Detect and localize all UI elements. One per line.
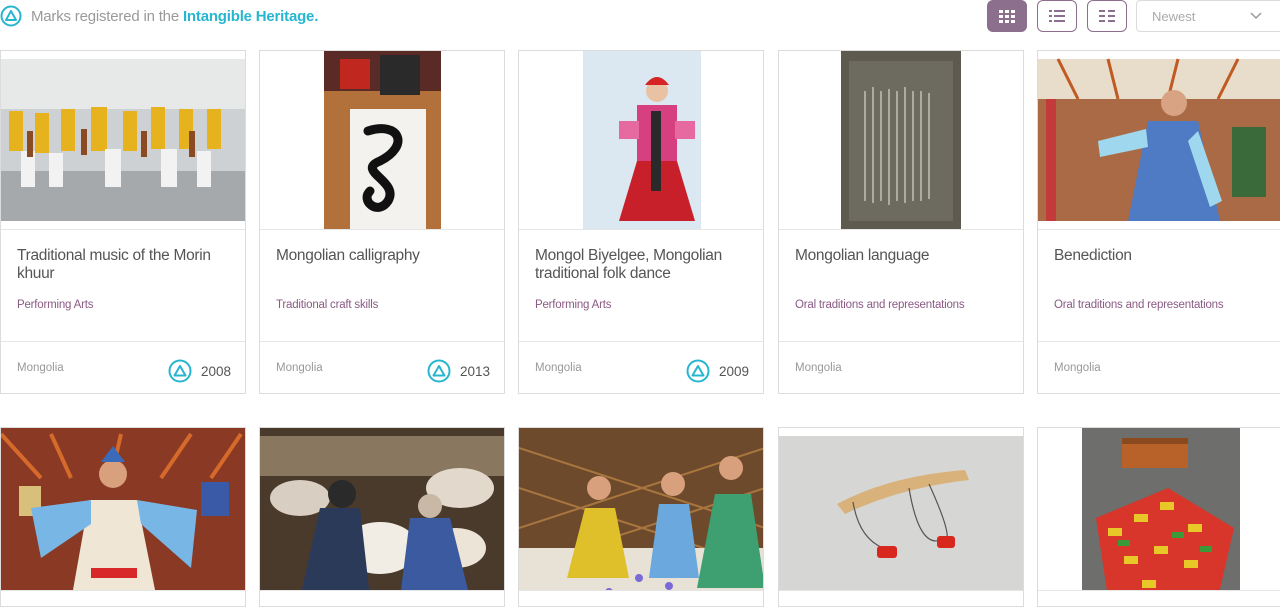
heritage-card[interactable] — [0, 427, 246, 607]
card-category: Performing Arts — [17, 299, 94, 311]
heritage-card[interactable]: Mongolian language Oral traditions and r… — [778, 50, 1024, 394]
detail-view-button[interactable] — [1087, 0, 1127, 32]
heritage-legend: Marks registered in the Intangible Herit… — [0, 5, 318, 27]
card-image[interactable] — [260, 51, 504, 230]
card-title[interactable]: Mongolian language — [795, 247, 1005, 265]
list-view-button[interactable] — [1037, 0, 1077, 32]
card-image[interactable] — [1038, 51, 1280, 230]
card-category: Performing Arts — [535, 299, 612, 311]
sort-value: Newest — [1152, 8, 1196, 24]
heritage-card[interactable] — [778, 427, 1024, 607]
card-country: Mongolia — [795, 362, 842, 374]
card-image[interactable] — [779, 51, 1023, 230]
card-image[interactable] — [1, 428, 245, 591]
card-image[interactable] — [779, 428, 1023, 591]
heritage-mark-icon — [427, 359, 451, 383]
card-image[interactable] — [519, 51, 763, 230]
heritage-card[interactable]: Mongolian calligraphy Traditional craft … — [259, 50, 505, 394]
heritage-card[interactable]: Traditional music of the Morin khuur Per… — [0, 50, 246, 394]
detail-list-icon — [1099, 9, 1115, 22]
card-country: Mongolia — [17, 362, 64, 374]
card-footer: Mongolia 2009 — [519, 341, 763, 395]
year-value: 2009 — [718, 363, 749, 379]
heritage-mark-icon — [168, 359, 192, 383]
heritage-card[interactable]: Mongol Biyelgee, Mongolian traditional f… — [518, 50, 764, 394]
heritage-mark-icon — [686, 359, 710, 383]
card-image[interactable] — [260, 428, 504, 591]
sort-dropdown[interactable]: Newest — [1136, 0, 1280, 32]
heritage-mark-icon — [0, 5, 22, 27]
heritage-card[interactable] — [259, 427, 505, 607]
card-footer: Mongolia — [779, 341, 1023, 395]
heritage-card[interactable]: Benediction Oral traditions and represen… — [1037, 50, 1280, 394]
grid-icon — [999, 9, 1015, 23]
grid-view-button[interactable] — [987, 0, 1027, 32]
card-year: 2013 — [427, 359, 490, 383]
card-category: Traditional craft skills — [276, 299, 379, 311]
card-country: Mongolia — [276, 362, 323, 374]
card-title[interactable]: Traditional music of the Morin khuur — [17, 247, 227, 283]
year-value: 2013 — [459, 363, 490, 379]
card-title[interactable]: Mongolian calligraphy — [276, 247, 486, 265]
card-footer: Mongolia — [1038, 341, 1280, 395]
legend-highlight: Intangible Heritage. — [182, 7, 319, 25]
year-value: 2008 — [200, 363, 231, 379]
card-country: Mongolia — [535, 362, 582, 374]
chevron-down-icon — [1250, 12, 1262, 20]
card-year: 2008 — [168, 359, 231, 383]
card-country: Mongolia — [1054, 362, 1101, 374]
card-category: Oral traditions and representations — [1054, 299, 1224, 311]
card-category: Oral traditions and representations — [795, 299, 965, 311]
card-year: 2009 — [686, 359, 749, 383]
card-image[interactable] — [1038, 428, 1280, 591]
card-title[interactable]: Mongol Biyelgee, Mongolian traditional f… — [535, 247, 745, 283]
card-image[interactable] — [1, 51, 245, 230]
card-footer: Mongolia 2013 — [260, 341, 504, 395]
list-icon — [1049, 9, 1065, 22]
toolbar: Marks registered in the Intangible Herit… — [0, 0, 1280, 38]
heritage-card[interactable] — [1037, 427, 1280, 607]
heritage-card[interactable] — [518, 427, 764, 607]
card-footer: Mongolia 2008 — [1, 341, 245, 395]
card-title[interactable]: Benediction — [1054, 247, 1264, 265]
card-image[interactable] — [519, 428, 763, 591]
legend-text: Marks registered in the — [31, 7, 179, 25]
